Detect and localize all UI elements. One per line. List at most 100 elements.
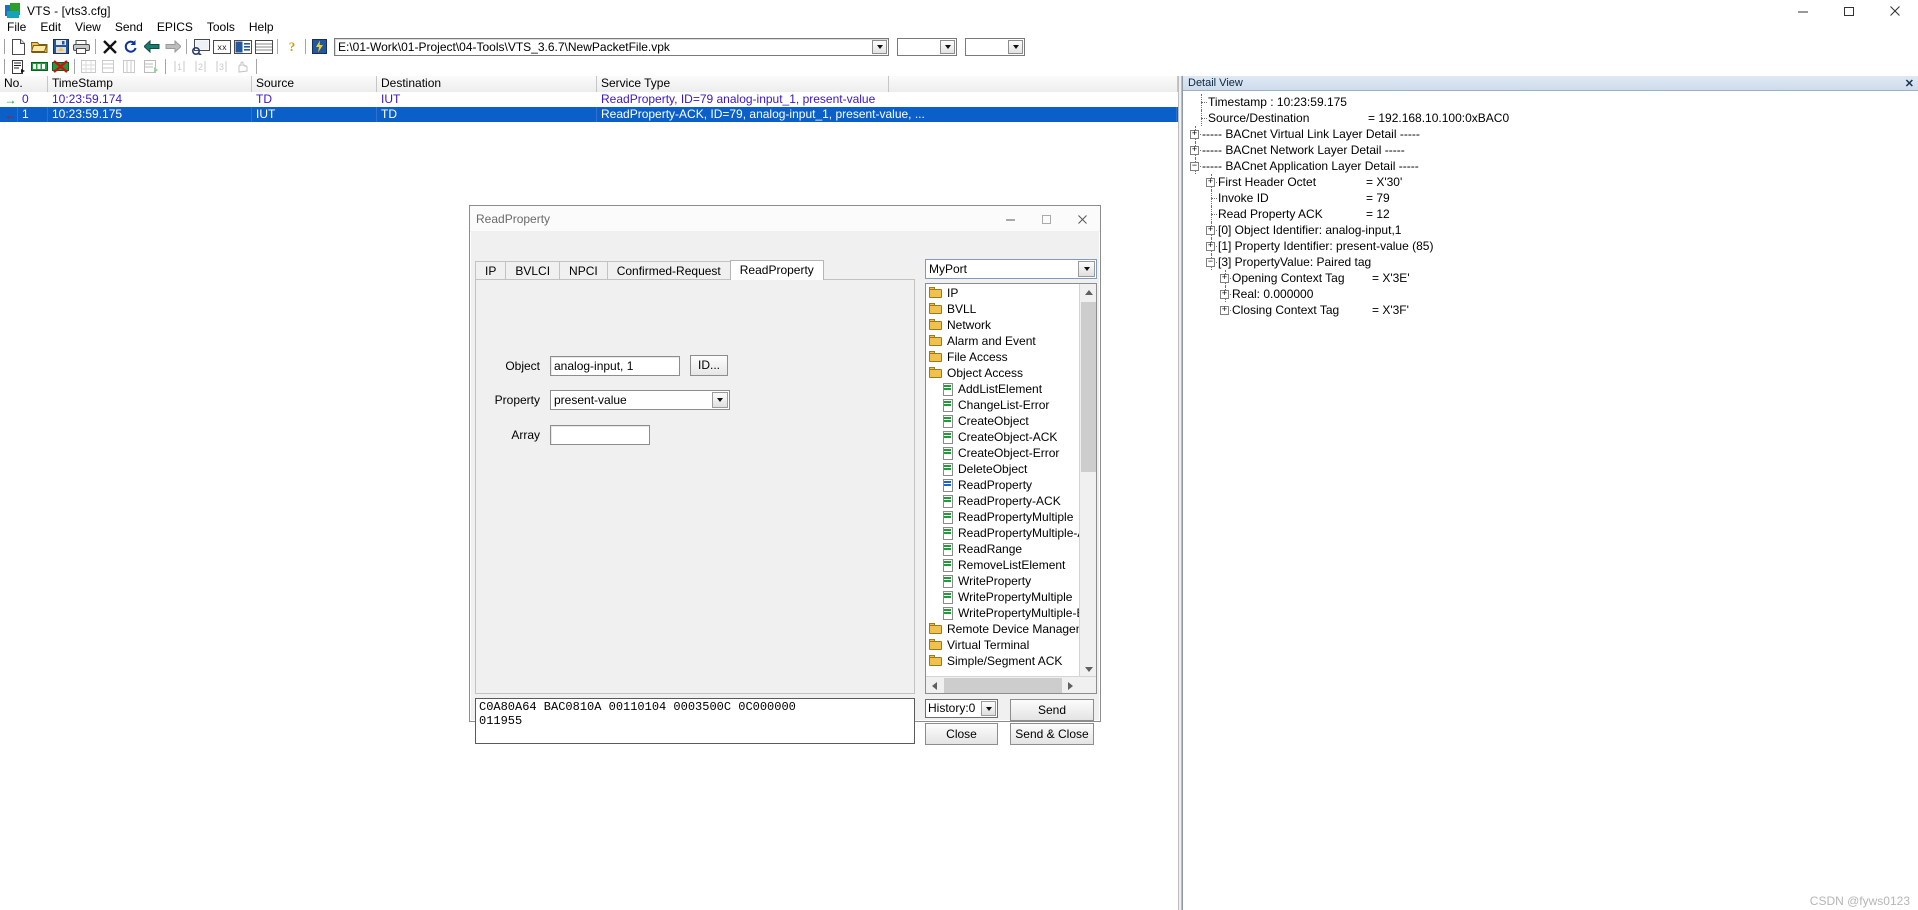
maximize-icon[interactable] bbox=[1028, 206, 1064, 232]
scroll-thumb-vertical[interactable] bbox=[1081, 302, 1096, 472]
column-header-service-type[interactable]: Service Type bbox=[597, 76, 889, 92]
tree-item-readpropertymultiple-ack[interactable]: ReadPropertyMultiple-ACK bbox=[926, 525, 1080, 541]
tree-item-ip[interactable]: IP bbox=[926, 285, 1080, 301]
start-test-icon[interactable] bbox=[29, 57, 50, 76]
scroll-up-button[interactable] bbox=[1080, 284, 1096, 301]
tab-readproperty[interactable]: ReadProperty bbox=[729, 260, 824, 280]
filter-icon[interactable] bbox=[141, 57, 162, 76]
service-tree-vertical-scrollbar[interactable] bbox=[1079, 284, 1096, 678]
scroll-left-button[interactable] bbox=[926, 677, 943, 693]
tree-item-file-access[interactable]: File Access bbox=[926, 349, 1080, 365]
column-header-source[interactable]: Source bbox=[252, 76, 377, 92]
service-tree-horizontal-scrollbar[interactable] bbox=[926, 676, 1096, 693]
tree-item-alarm-and-event[interactable]: Alarm and Event bbox=[926, 333, 1080, 349]
tree-item-simple-segment-ack[interactable]: Simple/Segment ACK bbox=[926, 653, 1080, 669]
expand-plus-icon[interactable]: + bbox=[1220, 274, 1229, 283]
hex-view-icon[interactable]: xx bbox=[211, 37, 232, 56]
expand-plus-icon[interactable]: + bbox=[1206, 226, 1215, 235]
tab-bvlci[interactable]: BVLCI bbox=[505, 261, 561, 280]
expand-plus-icon[interactable]: + bbox=[1220, 290, 1229, 299]
tree-node-property-value[interactable]: − [3] PropertyValue: Paired tag bbox=[1189, 254, 1918, 270]
tab-npci[interactable]: NPCI bbox=[559, 261, 608, 280]
toolbar-grip[interactable] bbox=[2, 39, 5, 54]
tree-item-writepropertymultiple[interactable]: WritePropertyMultiple bbox=[926, 589, 1080, 605]
packet-file-path-combo[interactable]: E:\01-Work\01-Project\04-Tools\VTS_3.6.7… bbox=[334, 37, 889, 56]
secondary-combo-1[interactable] bbox=[897, 37, 957, 56]
secondary-combo-2[interactable] bbox=[965, 37, 1025, 56]
expand-plus-icon[interactable]: + bbox=[1190, 146, 1199, 155]
chevron-down-icon[interactable] bbox=[712, 392, 728, 408]
forward-arrow-icon[interactable] bbox=[162, 37, 183, 56]
menu-send[interactable]: Send bbox=[108, 19, 150, 35]
table-row[interactable]: → 0 10:23:59.174 TD IUT ReadProperty, ID… bbox=[0, 92, 1178, 107]
expand-plus-icon[interactable]: + bbox=[1220, 306, 1229, 315]
table-col-icon[interactable] bbox=[120, 57, 141, 76]
column-header-timestamp[interactable]: TimeStamp bbox=[48, 76, 252, 92]
scroll-right-button[interactable] bbox=[1062, 677, 1079, 693]
detail-view-icon[interactable] bbox=[232, 37, 253, 56]
toolbar-grip[interactable] bbox=[2, 59, 5, 74]
step2-icon[interactable]: 2 bbox=[190, 57, 211, 76]
tree-node-opening-context-tag[interactable]: + Opening Context Tag = X'3E' bbox=[1189, 270, 1918, 286]
tree-item-createobject-error[interactable]: CreateObject-Error bbox=[926, 445, 1080, 461]
tree-item-changelist-error[interactable]: ChangeList-Error bbox=[926, 397, 1080, 413]
menu-tools[interactable]: Tools bbox=[200, 19, 242, 35]
tree-item-virtual-terminal[interactable]: Virtual Terminal bbox=[926, 637, 1080, 653]
menu-view[interactable]: View bbox=[68, 19, 108, 35]
tree-node-bacnet-application-layer[interactable]: − ----- BACnet Application Layer Detail … bbox=[1189, 158, 1918, 174]
tree-item-readproperty[interactable]: ReadProperty bbox=[926, 477, 1080, 493]
chevron-down-icon[interactable] bbox=[1078, 261, 1095, 277]
send-and-close-button[interactable]: Send & Close bbox=[1010, 723, 1094, 745]
tree-item-readrange[interactable]: ReadRange bbox=[926, 541, 1080, 557]
save-disk-icon[interactable] bbox=[50, 37, 71, 56]
script-icon[interactable] bbox=[8, 57, 29, 76]
detail-view-tree[interactable]: Timestamp : 10:23:59.175 Source/Destinat… bbox=[1183, 91, 1918, 318]
tree-node-real-value[interactable]: + Real: 0.000000 bbox=[1189, 286, 1918, 302]
property-select[interactable]: present-value bbox=[550, 390, 730, 410]
tree-item-bvll[interactable]: BVLL bbox=[926, 301, 1080, 317]
stop-test-icon[interactable] bbox=[50, 57, 71, 76]
delete-x-icon[interactable] bbox=[99, 37, 120, 56]
print-icon[interactable] bbox=[71, 37, 92, 56]
table-row-icon[interactable] bbox=[99, 57, 120, 76]
tab-ip[interactable]: IP bbox=[475, 261, 507, 280]
tree-item-readproperty-ack[interactable]: ReadProperty-ACK bbox=[926, 493, 1080, 509]
tree-item-writeproperty[interactable]: WriteProperty bbox=[926, 573, 1080, 589]
menu-file[interactable]: File bbox=[0, 19, 33, 35]
column-header-destination[interactable]: Destination bbox=[377, 76, 597, 92]
tree-node-property-identifier[interactable]: + [1] Property Identifier: present-value… bbox=[1189, 238, 1918, 254]
chevron-down-icon[interactable] bbox=[1008, 39, 1023, 54]
expand-plus-icon[interactable]: + bbox=[1206, 178, 1215, 187]
tree-node-closing-context-tag[interactable]: + Closing Context Tag = X'3F' bbox=[1189, 302, 1918, 318]
service-type-list[interactable]: IP BVLL Network Alarm and Event File Acc… bbox=[926, 284, 1080, 672]
close-button[interactable]: Close bbox=[925, 723, 998, 745]
tree-item-network[interactable]: Network bbox=[926, 317, 1080, 333]
tree-node-read-property-ack[interactable]: Read Property ACK = 12 bbox=[1189, 206, 1918, 222]
tree-item-writepropertymultiple-error[interactable]: WritePropertyMultiple-Error bbox=[926, 605, 1080, 621]
column-header-no[interactable]: No. bbox=[0, 76, 48, 92]
tree-node-first-header-octet[interactable]: + First Header Octet = X'30' bbox=[1189, 174, 1918, 190]
tree-node-bacnet-virtual-link-layer[interactable]: + ----- BACnet Virtual Link Layer Detail… bbox=[1189, 126, 1918, 142]
tree-item-object-access[interactable]: Object Access bbox=[926, 365, 1080, 381]
service-type-tree[interactable]: IP BVLL Network Alarm and Event File Acc… bbox=[925, 283, 1097, 694]
close-icon[interactable] bbox=[1064, 206, 1100, 232]
capture-icon[interactable] bbox=[190, 37, 211, 56]
array-input[interactable] bbox=[550, 425, 650, 445]
table-row[interactable]: ← 1 10:23:59.175 IUT TD ReadProperty-ACK… bbox=[0, 107, 1178, 122]
tree-node-invoke-id[interactable]: Invoke ID = 79 bbox=[1189, 190, 1918, 206]
back-arrow-icon[interactable] bbox=[141, 37, 162, 56]
menu-help[interactable]: Help bbox=[242, 19, 281, 35]
object-input[interactable]: analog-input, 1 bbox=[550, 355, 680, 376]
open-folder-icon[interactable] bbox=[29, 37, 50, 56]
send-packet-icon[interactable] bbox=[309, 37, 330, 56]
tree-item-deleteobject[interactable]: DeleteObject bbox=[926, 461, 1080, 477]
packet-hex-data[interactable]: C0A80A64 BAC0810A 00110104 0003500C 0C00… bbox=[475, 698, 915, 744]
step3-icon[interactable]: 3 bbox=[211, 57, 232, 76]
chevron-down-icon[interactable] bbox=[940, 39, 955, 54]
chevron-down-icon[interactable] bbox=[981, 701, 996, 716]
scroll-thumb-horizontal[interactable] bbox=[944, 678, 1062, 693]
send-button[interactable]: Send bbox=[1010, 699, 1094, 721]
close-icon[interactable]: ✕ bbox=[1905, 77, 1914, 90]
help-question-icon[interactable]: ? bbox=[281, 37, 302, 56]
tree-node-object-identifier[interactable]: + [0] Object Identifier: analog-input,1 bbox=[1189, 222, 1918, 238]
